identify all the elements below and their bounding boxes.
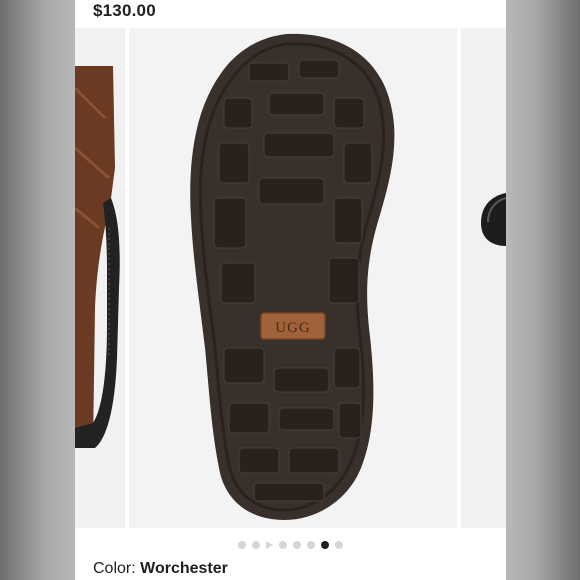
carousel-slide-previous[interactable] bbox=[75, 28, 125, 528]
carousel-dot[interactable] bbox=[335, 541, 343, 549]
color-value: Worchester bbox=[140, 560, 228, 577]
product-price: $130.00 bbox=[93, 1, 156, 20]
carousel-pagination bbox=[75, 540, 506, 550]
selected-color: Color: Worchester bbox=[93, 560, 228, 578]
boot-side-image bbox=[75, 66, 120, 448]
carousel-slide-current[interactable]: UGG bbox=[129, 28, 457, 528]
play-video-icon[interactable] bbox=[266, 541, 273, 549]
carousel-dot[interactable] bbox=[307, 541, 315, 549]
ugg-logo-text: UGG bbox=[275, 320, 311, 336]
carousel-dot-active[interactable] bbox=[321, 541, 329, 549]
product-panel: $130.00 UGG Color: Worchester bbox=[75, 0, 506, 580]
carousel-dot[interactable] bbox=[238, 541, 246, 549]
color-label: Color: bbox=[93, 560, 141, 577]
carousel-slide-next[interactable] bbox=[461, 28, 506, 528]
carousel-dot[interactable] bbox=[252, 541, 260, 549]
image-carousel[interactable]: UGG bbox=[75, 28, 506, 528]
carousel-dot[interactable] bbox=[293, 541, 301, 549]
blurred-background-left bbox=[0, 0, 75, 580]
blurred-background-right bbox=[506, 0, 580, 580]
black-boot-image bbox=[481, 193, 506, 246]
boot-sole-image: UGG bbox=[190, 33, 395, 521]
carousel-dot[interactable] bbox=[279, 541, 287, 549]
